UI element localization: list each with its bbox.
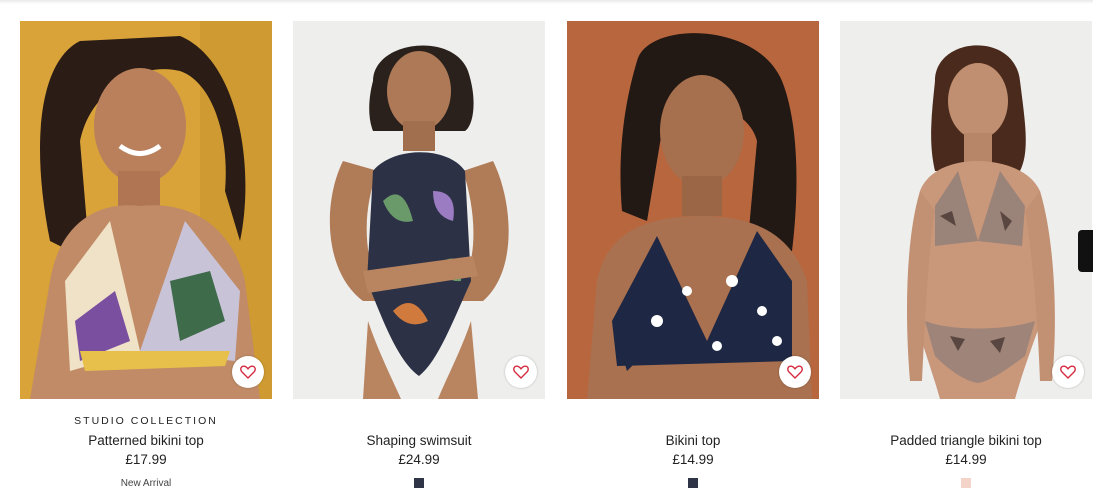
product-title[interactable]: Patterned bikini top [20, 433, 272, 449]
product-price: £14.99 [945, 452, 987, 467]
product-info: Padded triangle bikini top £14.99 [840, 415, 1092, 489]
product-extra [567, 477, 819, 489]
product-info: STUDIO COLLECTION Patterned bikini top £… [20, 415, 272, 489]
product-info: Shaping swimsuit £24.99 [293, 415, 545, 489]
product-title[interactable]: Padded triangle bikini top [840, 433, 1092, 449]
model-photo [567, 21, 819, 399]
favorite-button[interactable] [232, 356, 264, 388]
product-card[interactable]: Bikini top £14.99 [567, 21, 819, 497]
model-photo [293, 21, 545, 399]
heart-outline-icon [240, 365, 256, 379]
model-photo [20, 21, 272, 399]
carousel-next-button[interactable] [1078, 230, 1093, 272]
color-swatch[interactable] [961, 478, 971, 488]
favorite-button[interactable] [1052, 356, 1084, 388]
color-swatch[interactable] [414, 478, 424, 488]
favorite-button[interactable] [505, 356, 537, 388]
product-image[interactable] [20, 21, 272, 399]
heart-outline-icon [787, 365, 803, 379]
product-image[interactable] [293, 21, 545, 399]
product-image[interactable] [567, 21, 819, 399]
product-title[interactable]: Shaping swimsuit [293, 433, 545, 449]
product-price: £24.99 [398, 452, 440, 467]
color-swatch[interactable] [688, 478, 698, 488]
product-brand: STUDIO COLLECTION [74, 415, 218, 427]
favorite-button[interactable] [779, 356, 811, 388]
product-card[interactable]: Shaping swimsuit £24.99 [293, 21, 545, 497]
heart-outline-icon [513, 365, 529, 379]
product-info: Bikini top £14.99 [567, 415, 819, 489]
model-photo [840, 21, 1092, 399]
header-shadow [0, 0, 1093, 4]
new-arrival-badge: New Arrival [120, 477, 172, 489]
product-extra [840, 477, 1092, 489]
product-title[interactable]: Bikini top [567, 433, 819, 449]
product-price: £17.99 [125, 452, 167, 467]
product-extra: New Arrival [20, 477, 272, 489]
product-extra [293, 477, 545, 489]
product-image[interactable] [840, 21, 1092, 399]
product-card[interactable]: STUDIO COLLECTION Patterned bikini top £… [20, 21, 272, 497]
product-grid: STUDIO COLLECTION Patterned bikini top £… [20, 21, 1092, 497]
product-price: £14.99 [672, 452, 714, 467]
heart-outline-icon [1060, 365, 1076, 379]
product-card[interactable]: Padded triangle bikini top £14.99 [840, 21, 1092, 497]
